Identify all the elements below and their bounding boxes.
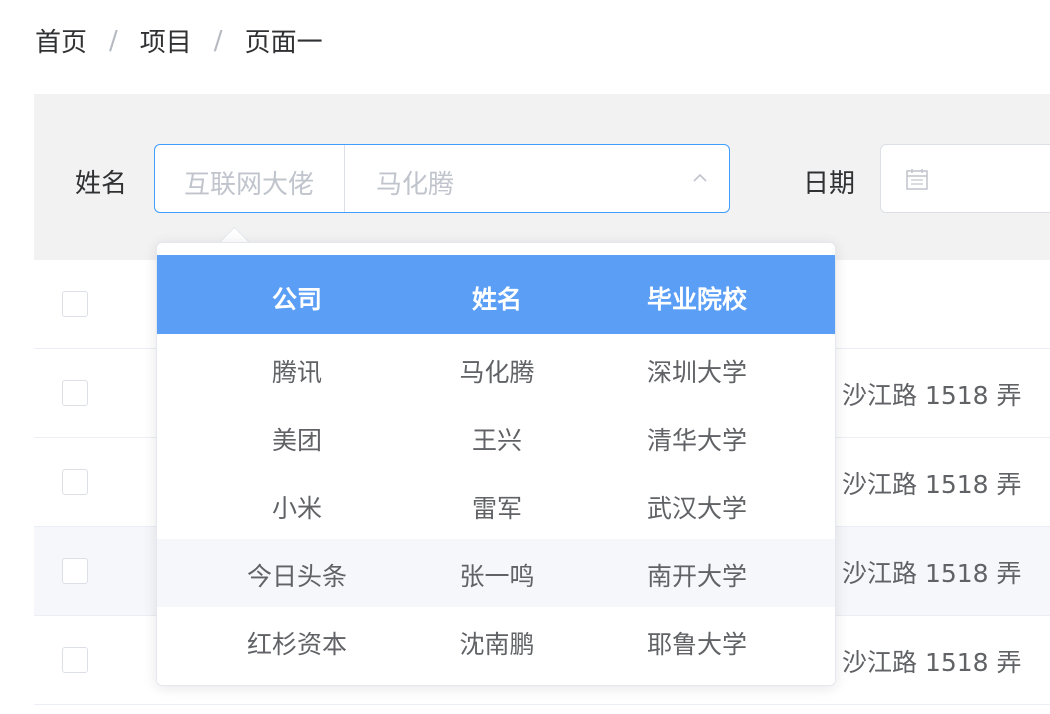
option-company: 红杉资本 [246,630,347,659]
option-company: 小米 [271,494,322,523]
name-dropdown-panel: 公司 姓名 毕业院校 腾讯 马化腾 深圳大学 美团 王兴 清华大学 小米 雷军 … [156,242,836,686]
dropdown-option[interactable]: 美团 王兴 清华大学 [157,403,835,471]
dropdown-option[interactable]: 今日头条 张一鸣 南开大学 [157,539,835,607]
address-cell: 沙江路 1518 弄 [842,470,1022,499]
option-school: 深圳大学 [646,358,747,387]
dropdown-option[interactable]: 小米 雷军 武汉大学 [157,471,835,539]
row-checkbox[interactable] [62,647,88,673]
date-label: 日期 [803,169,856,199]
select-all-checkbox[interactable] [62,291,88,317]
dropdown-option[interactable]: 腾讯 马化腾 深圳大学 [157,335,835,403]
breadcrumb-separator: / [213,25,223,56]
chevron-up-icon[interactable] [693,171,707,185]
breadcrumb-page-one: 页面一 [244,28,323,58]
dropdown-option[interactable]: 红杉资本 沈南鹏 耶鲁大学 [157,607,835,675]
address-cell: 沙江路 1518 弄 [842,559,1022,588]
header-school: 毕业院校 [646,285,747,314]
breadcrumb-separator: / [109,25,118,56]
row-checkbox[interactable] [62,380,88,406]
name-cascader-input[interactable]: 互联网大佬 马化腾 [154,144,730,213]
option-school: 南开大学 [646,562,747,591]
breadcrumb: 首页 / 项目 / 页面一 [35,22,323,59]
option-school: 耶鲁大学 [646,630,747,659]
breadcrumb-project[interactable]: 项目 [140,22,192,59]
name-label: 姓名 [75,169,128,199]
option-name: 雷军 [471,494,522,523]
option-company: 美团 [271,426,322,455]
address-cell: 沙江路 1518 弄 [842,648,1022,677]
row-checkbox[interactable] [62,558,88,584]
person-placeholder: 马化腾 [376,170,455,200]
option-company: 腾讯 [271,358,322,387]
option-name: 马化腾 [459,358,535,387]
option-name: 王兴 [471,426,522,455]
option-company: 今日头条 [246,562,347,591]
date-picker-input[interactable] [880,144,1050,213]
calendar-icon [906,169,928,190]
option-school: 清华大学 [646,426,747,455]
option-school: 武汉大学 [646,494,747,523]
breadcrumb-home[interactable]: 首页 [35,22,87,59]
row-checkbox[interactable] [62,469,88,495]
option-name: 张一鸣 [459,562,535,591]
dropdown-header-row: 公司 姓名 毕业院校 [157,255,835,334]
header-company: 公司 [271,285,322,314]
company-placeholder: 互联网大佬 [184,170,315,200]
address-cell: 沙江路 1518 弄 [842,381,1022,410]
option-name: 沈南鹏 [459,630,535,659]
header-name: 姓名 [471,285,522,314]
